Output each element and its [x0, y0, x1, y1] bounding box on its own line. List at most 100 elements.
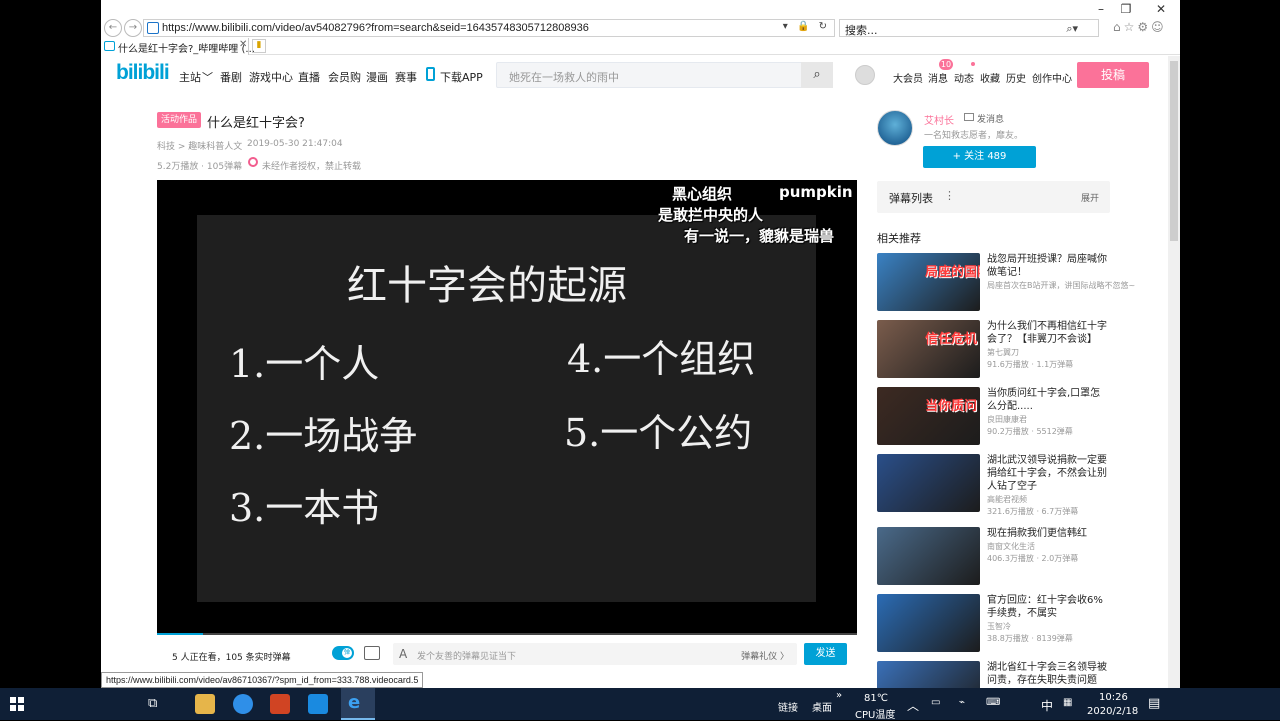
- recommend-title[interactable]: 湖北武汉领导说捐款一定要捐给红十字会，不然会让别人钻了空子: [987, 454, 1110, 493]
- powerpoint-icon[interactable]: [270, 694, 290, 714]
- bird-app-icon[interactable]: [233, 694, 253, 714]
- battery-icon[interactable]: ▭: [931, 697, 940, 708]
- recommend-title[interactable]: 官方回应：红十字会收6%手续费，不属实: [987, 594, 1110, 620]
- video-thumbnail[interactable]: 当你质问 红十字会: [877, 387, 980, 445]
- uploader-description: 一名知救志愿者，靡友。: [924, 131, 1024, 141]
- video-player[interactable]: 红十字会的起源 1.一个人 2.一场战争 3.一本书 4.一个组织 5.一个公约…: [157, 180, 857, 635]
- recommend-title[interactable]: 战忽局开班授课？局座喊你做笔记！: [987, 253, 1110, 279]
- notification-icon[interactable]: ▤: [1148, 696, 1160, 711]
- forward-button[interactable]: →: [124, 19, 142, 37]
- scrollbar-thumb[interactable]: [1170, 61, 1178, 241]
- activity-tag[interactable]: 活动作品: [157, 112, 202, 128]
- nav-creator-center[interactable]: 创作中心: [1032, 70, 1072, 85]
- recommend-author[interactable]: 第七翼刀: [987, 347, 1110, 359]
- ie-taskbar-button[interactable]: e: [341, 688, 375, 720]
- video-thumbnail[interactable]: [877, 454, 980, 512]
- file-explorer-icon[interactable]: [195, 694, 215, 714]
- recommend-item[interactable]: 信任危机 为什么我们不再相信红十字会了？【非翼刀不会谈】 第七翼刀 91.6万播放 ·…: [877, 320, 1110, 380]
- close-window-button[interactable]: ✕: [1151, 2, 1171, 16]
- tab-bilibili[interactable]: 什么是红十字会?_哔哩哔哩 (... ✕: [101, 38, 255, 55]
- video-thumbnail[interactable]: [877, 594, 980, 652]
- follow-button[interactable]: + 关注 489: [923, 146, 1036, 168]
- danmaku-etiquette-link[interactable]: 弹幕礼仪 〉: [741, 649, 789, 662]
- video-category[interactable]: 科技 > 趣味科普人文: [157, 139, 242, 152]
- danmaku-toggle[interactable]: 弹: [332, 646, 354, 660]
- recommend-author[interactable]: 高能君视频: [987, 494, 1110, 506]
- video-thumbnail[interactable]: [877, 527, 980, 585]
- ime-mode-icon[interactable]: ▦: [1063, 697, 1072, 708]
- recommend-title[interactable]: 为什么我们不再相信红十字会了？【非翼刀不会谈】: [987, 320, 1110, 346]
- recommend-item[interactable]: 现在捐款我们更信韩红 南窗文化生活 406.3万播放 · 2.0万弹幕: [877, 527, 1110, 587]
- recommend-item[interactable]: 湖北武汉领导说捐款一定要捐给红十字会，不然会让别人钻了空子 高能君视频 321.6万…: [877, 454, 1110, 516]
- send-danmaku-button[interactable]: 发送: [804, 643, 847, 665]
- tab-label: 什么是红十字会?_哔哩哔哩 (...: [118, 44, 255, 55]
- bilibili-logo[interactable]: bilibili: [116, 61, 170, 85]
- url-tools-icon[interactable]: ▾ 🔒 ↻: [783, 21, 830, 32]
- upload-button[interactable]: 投稿: [1077, 62, 1149, 88]
- network-icon[interactable]: ⌁: [959, 697, 965, 708]
- recommend-title[interactable]: 现在捐款我们更信韩红: [987, 527, 1110, 540]
- recommend-author[interactable]: 局座首次在B站开课，讲国际战略不忽悠~: [987, 280, 1135, 292]
- tray-desktop[interactable]: 桌面: [812, 699, 832, 714]
- uploader-avatar[interactable]: [877, 110, 913, 146]
- recommend-item[interactable]: 官方回应：红十字会收6%手续费，不属实 玉智冷 38.8万播放 · 8139弹幕: [877, 594, 1110, 654]
- send-message-link[interactable]: 发消息: [977, 112, 1004, 125]
- browser-search-input[interactable]: 搜索... ⌕▾: [839, 19, 1099, 37]
- keyboard-icon[interactable]: ⌨: [986, 697, 1000, 708]
- expand-button[interactable]: 展开: [1081, 191, 1099, 204]
- recommend-item[interactable]: 湖北省红十字会三名领导被问责，存在失职失责问题: [877, 661, 1110, 688]
- url-input[interactable]: https://www.bilibili.com/video/av5408279…: [143, 19, 835, 37]
- recommend-title[interactable]: 当你质问红十字会,口罩怎么分配.....: [987, 387, 1110, 413]
- progress-bar[interactable]: [157, 633, 857, 635]
- nav-favorites[interactable]: 收藏: [980, 70, 1000, 85]
- video-thumbnail[interactable]: [877, 661, 980, 688]
- search-icon[interactable]: ⌕▾: [1066, 22, 1078, 36]
- video-thumbnail[interactable]: 信任危机: [877, 320, 980, 378]
- nav-vip[interactable]: 大会员: [893, 70, 923, 85]
- recommend-author[interactable]: 良田康康君: [987, 414, 1110, 426]
- page-scrollbar[interactable]: [1168, 56, 1180, 688]
- nav-messages[interactable]: 消息: [928, 70, 948, 85]
- chevron-up-icon[interactable]: ︿: [907, 697, 919, 714]
- nav-game-center[interactable]: 游戏中心: [249, 69, 293, 85]
- back-button[interactable]: ←: [104, 19, 122, 37]
- nav-bangumi[interactable]: 番剧: [220, 69, 242, 85]
- minimize-button[interactable]: –: [1091, 2, 1111, 16]
- nav-live[interactable]: 直播: [298, 69, 320, 85]
- font-style-icon[interactable]: A: [399, 647, 407, 661]
- clock-time[interactable]: 10:26: [1099, 692, 1128, 703]
- recommend-author[interactable]: 南窗文化生活: [987, 541, 1110, 553]
- windows-start-icon[interactable]: [10, 697, 24, 711]
- recommend-title[interactable]: 湖北省红十字会三名领导被问责，存在失职失责问题: [987, 661, 1110, 687]
- task-view-icon[interactable]: ⧉: [148, 696, 157, 711]
- danmaku-list-panel[interactable]: 弹幕列表 ⋮ 展开: [877, 181, 1110, 213]
- nav-esports[interactable]: 赛事: [395, 69, 417, 85]
- recommend-item[interactable]: 局座的国际战略课战忽局开班授课？局座喊你做笔记！局座首次在B站开课，讲国际战略不…: [877, 253, 1135, 313]
- video-app-icon[interactable]: [308, 694, 328, 714]
- tray-expand-icon[interactable]: »: [836, 690, 842, 701]
- recommend-author[interactable]: 玉智冷: [987, 621, 1110, 633]
- ime-indicator[interactable]: 中: [1041, 697, 1053, 714]
- recommend-item[interactable]: 当你质问 红十字会当你质问红十字会,口罩怎么分配.....良田康康君90.2万播…: [877, 387, 1110, 447]
- video-thumbnail[interactable]: 局座的国际战略课: [877, 253, 980, 311]
- nav-main[interactable]: 主站: [179, 69, 201, 85]
- thumbnail-caption: 当你质问 红十字会: [925, 399, 980, 414]
- uploader-name[interactable]: 艾村长: [924, 112, 954, 127]
- site-search-button[interactable]: ⌕: [801, 62, 833, 88]
- clock-date[interactable]: 2020/2/18: [1087, 706, 1138, 717]
- browser-toolbar-icons[interactable]: ⌂☆⚙☺: [1113, 20, 1167, 34]
- tab-close-icon[interactable]: ✕: [239, 39, 247, 50]
- nav-dynamic[interactable]: 动态: [954, 70, 974, 85]
- site-search-input[interactable]: 她死在一场救人的雨中: [496, 62, 833, 88]
- nav-history[interactable]: 历史: [1006, 70, 1026, 85]
- more-options-icon[interactable]: ⋮: [944, 189, 955, 202]
- danmaku-settings-icon[interactable]: [364, 646, 380, 660]
- nav-mall[interactable]: 会员购: [328, 69, 361, 85]
- user-avatar[interactable]: [855, 65, 875, 85]
- nav-download-app[interactable]: 下载APP: [440, 69, 483, 85]
- danmaku-input[interactable]: A 发个友善的弹幕见证当下 弹幕礼仪 〉: [393, 643, 797, 665]
- new-tab-button[interactable]: ▮: [252, 39, 266, 53]
- tray-links[interactable]: 链接: [778, 699, 798, 714]
- nav-manga[interactable]: 漫画: [366, 69, 388, 85]
- restore-button[interactable]: ❐: [1116, 2, 1136, 16]
